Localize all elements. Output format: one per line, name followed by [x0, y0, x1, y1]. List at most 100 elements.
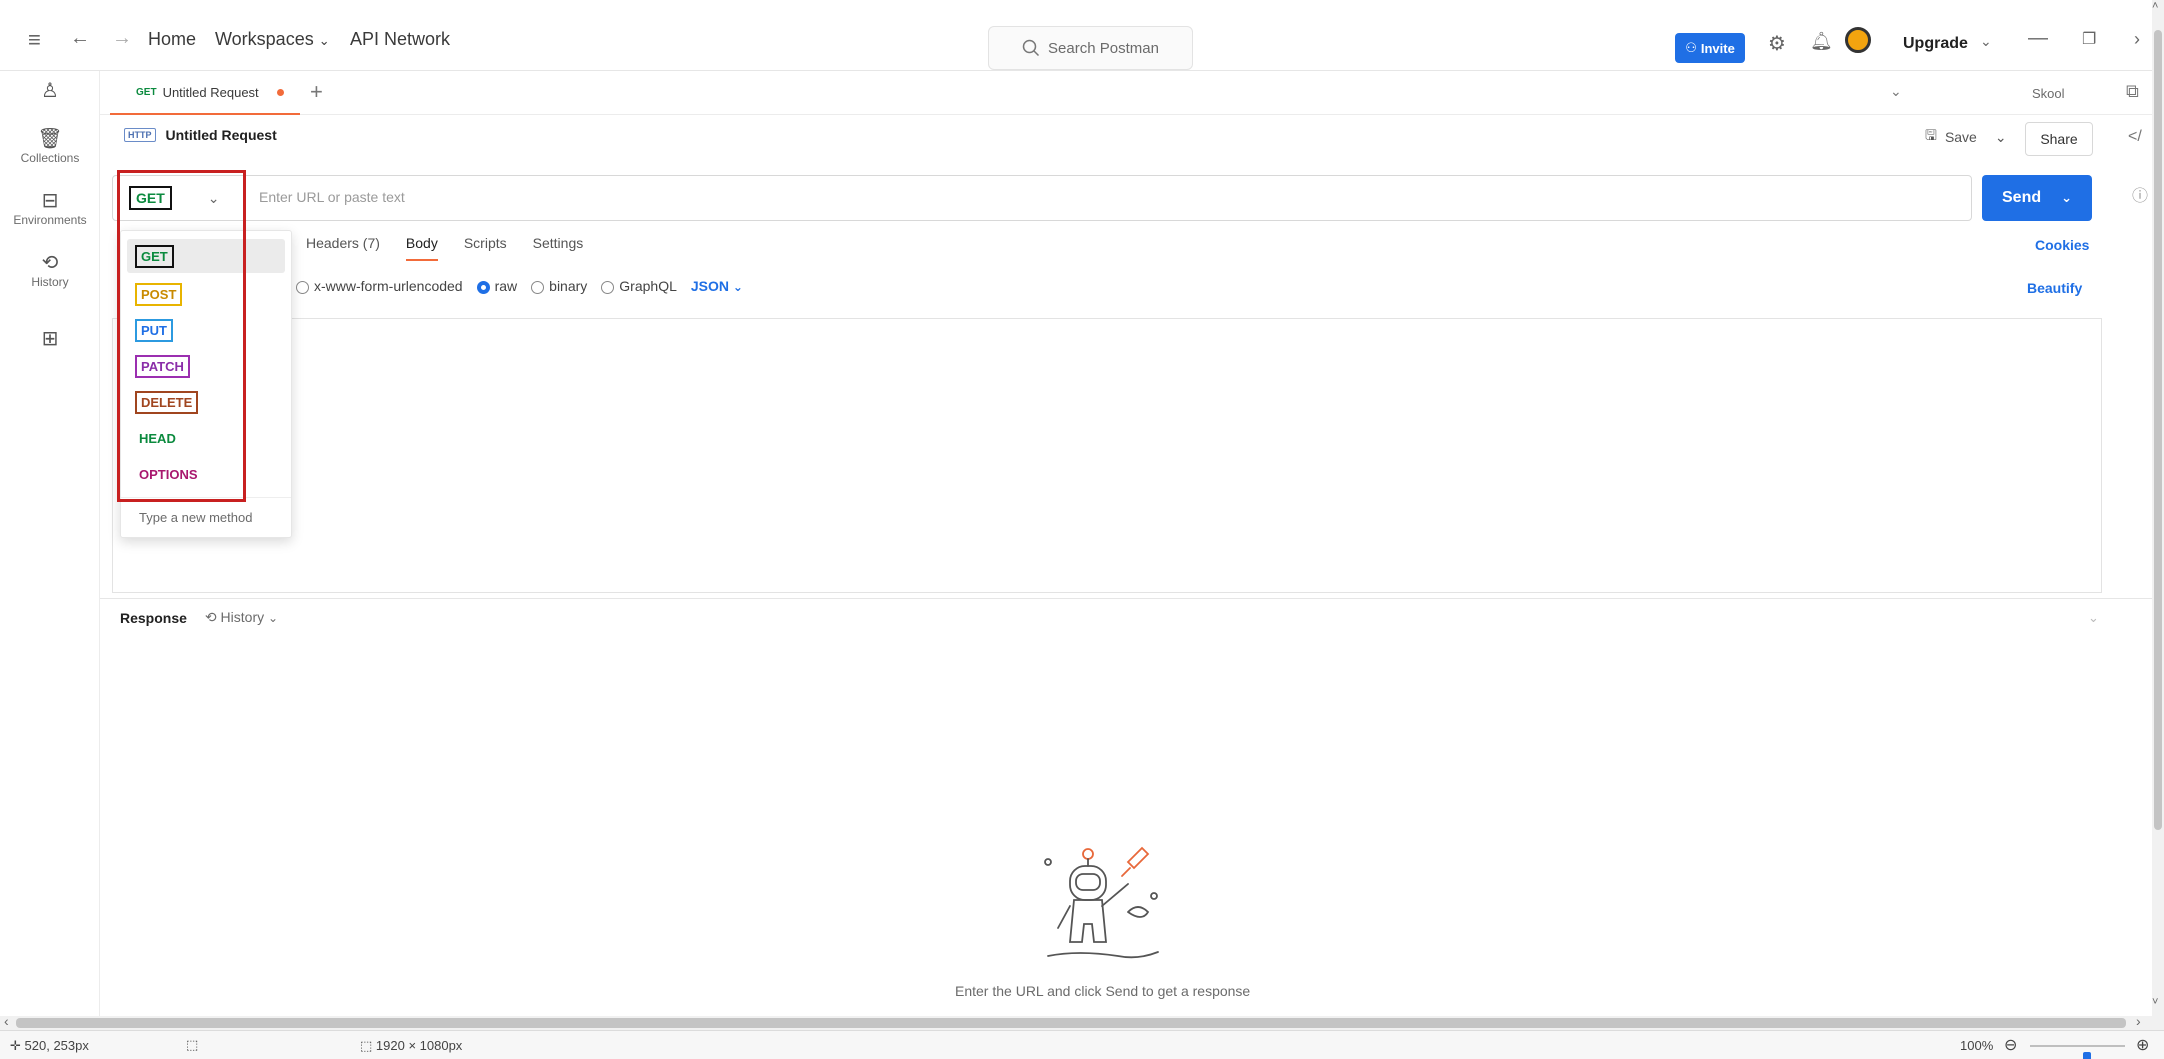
sidebar-item-environments[interactable]: ⊟ Environments: [0, 189, 100, 227]
chevron-down-icon[interactable]: ⌄: [1995, 129, 2007, 146]
dimensions-icon: ⬚: [360, 1038, 373, 1053]
zoom-in-icon[interactable]: ⊕: [2136, 1035, 2149, 1055]
method-selector[interactable]: GET ⌄: [113, 176, 245, 220]
status-bar: ✛ 520, 253px ⬚ ⬚ 1920 × 1080px 100% ⊖ ⊕: [0, 1030, 2164, 1059]
scroll-up-arrow-icon[interactable]: ˄: [2152, 0, 2158, 12]
code-icon[interactable]: </: [2128, 128, 2142, 146]
top-bar: ≡ ← → Home Workspaces ⌄ API Network Sear…: [0, 9, 2164, 71]
radio-icon: [531, 280, 545, 294]
sidebar-item-label: Environments: [13, 213, 87, 227]
method-dropdown: GET POST PUT PATCH DELETE HEAD OPTIONS T…: [120, 230, 292, 538]
sidebar-item-history[interactable]: ⟲ History: [0, 251, 100, 289]
method-option-put[interactable]: PUT: [135, 319, 173, 342]
method-option-get[interactable]: GET: [135, 245, 174, 268]
environment-selector[interactable]: Skool ⌄: [2020, 79, 2164, 107]
zoom-level: 100%: [1960, 1038, 1994, 1053]
body-type-raw[interactable]: raw: [476, 278, 517, 294]
save-button[interactable]: 🖫︎ Save ⌄: [1925, 125, 2007, 149]
url-input[interactable]: Enter URL or paste text: [259, 189, 405, 205]
sidebar-item-user[interactable]: ♙: [0, 79, 100, 103]
collections-icon: 🗑︎: [37, 128, 63, 150]
method-option-post[interactable]: POST: [135, 283, 183, 306]
tab-body[interactable]: Body: [405, 235, 438, 261]
share-button[interactable]: Share: [2025, 122, 2093, 156]
settings-gear-icon[interactable]: ⚙: [1768, 31, 1786, 56]
sidebar-item-apps[interactable]: ⊞: [0, 327, 100, 351]
radio-icon: [296, 280, 309, 294]
back-arrow-icon[interactable]: ←: [70, 27, 90, 50]
body-type-urlencoded[interactable]: x-www-form-urlencoded: [296, 278, 463, 294]
tab-method: GET: [136, 86, 157, 98]
environments-icon: ⊟: [41, 190, 59, 212]
response-history-selector[interactable]: ⟲ History ⌄: [205, 609, 278, 626]
scroll-right-arrow-icon[interactable]: ›: [2136, 1013, 2141, 1029]
chevron-down-icon[interactable]: ⌄: [2088, 610, 2099, 626]
invite-button[interactable]: ⚇ Invite: [1675, 33, 1745, 63]
radio-icon: [601, 280, 615, 294]
avatar[interactable]: [1845, 27, 1871, 53]
nav-api-network[interactable]: API Network: [350, 29, 450, 50]
user-icon: ♙: [41, 80, 59, 102]
forward-arrow-icon[interactable]: →: [112, 27, 132, 50]
body-type-graphql[interactable]: GraphQL: [601, 278, 677, 294]
selection-icon: ⬚: [186, 1037, 199, 1052]
search-placeholder: Search Postman: [1048, 39, 1159, 57]
upgrade-button[interactable]: Upgrade: [1903, 35, 1968, 53]
tab-scripts[interactable]: Scripts: [464, 235, 507, 261]
zoom-slider[interactable]: [2030, 1045, 2125, 1059]
chevron-right-icon[interactable]: ›: [2134, 29, 2140, 50]
zoom-out-icon[interactable]: ⊖: [2004, 1035, 2017, 1055]
left-sidebar: ♙ 🗑︎ Collections ⊟ Environments ⟲ Histor…: [0, 71, 100, 1021]
send-button[interactable]: Send ⌄: [1982, 175, 2092, 221]
chevron-down-icon: ⌄: [207, 189, 220, 206]
chevron-down-icon: ⌄: [268, 611, 279, 625]
chevron-down-icon[interactable]: ⌄: [1890, 83, 1902, 100]
method-option-delete[interactable]: DELETE: [135, 391, 199, 414]
http-icon: HTTP: [124, 128, 156, 142]
horizontal-scrollbar-thumb[interactable]: [16, 1018, 2126, 1028]
body-type-binary[interactable]: binary: [531, 278, 587, 294]
chevron-down-icon[interactable]: ⌄: [1980, 33, 1992, 50]
info-icon[interactable]: ⓘ: [2132, 182, 2148, 206]
restore-window-icon[interactable]: ❐: [2082, 29, 2096, 49]
cookies-link[interactable]: Cookies: [2035, 237, 2089, 253]
environment-label: Skool: [2032, 85, 2065, 101]
crosshair-icon: ✛: [10, 1038, 21, 1053]
chevron-down-icon: ⌄: [318, 33, 330, 48]
menu-icon[interactable]: ≡: [28, 27, 41, 53]
scroll-left-arrow-icon[interactable]: ‹: [4, 1013, 9, 1029]
send-label: Send: [2002, 189, 2042, 206]
method-option-head[interactable]: HEAD: [135, 429, 180, 448]
notification-bell-icon[interactable]: 🔔︎: [1810, 31, 1833, 52]
tab-untitled-request[interactable]: GET Untitled Request: [110, 71, 300, 115]
request-title-text[interactable]: Untitled Request: [166, 127, 277, 143]
new-method-input[interactable]: Type a new method: [121, 497, 291, 537]
environment-quick-look-icon[interactable]: ⧉: [2126, 81, 2139, 102]
body-format-selector[interactable]: JSON ⌄: [691, 278, 743, 294]
method-option-options[interactable]: OPTIONS: [135, 465, 202, 484]
history-icon: ⟲: [41, 252, 59, 274]
scroll-down-arrow-icon[interactable]: ˅: [2152, 996, 2158, 1008]
nav-workspaces[interactable]: Workspaces ⌄: [215, 29, 330, 50]
sidebar-item-collections[interactable]: 🗑︎ Collections: [0, 127, 100, 165]
beautify-link[interactable]: Beautify: [2027, 280, 2082, 296]
response-divider: [100, 598, 2164, 599]
zoom-slider-handle[interactable]: [2083, 1052, 2091, 1059]
selected-method: GET: [129, 186, 172, 210]
method-option-patch[interactable]: PATCH: [135, 355, 190, 378]
radio-selected-icon: [476, 280, 490, 294]
new-tab-plus-icon[interactable]: +: [310, 79, 323, 105]
minimize-icon[interactable]: —: [2028, 27, 2048, 50]
vertical-scrollbar-thumb[interactable]: [2154, 30, 2162, 830]
search-postman-input[interactable]: Search Postman: [988, 26, 1193, 70]
nav-home[interactable]: Home: [148, 29, 196, 50]
url-bar: GET ⌄ Enter URL or paste text: [112, 175, 1972, 221]
body-type-options: x-www-form-urlencoded raw binary GraphQL…: [296, 278, 743, 294]
tab-headers[interactable]: Headers (7): [306, 235, 380, 261]
history-icon: ⟲: [204, 609, 217, 625]
chevron-down-icon: ⌄: [732, 280, 743, 294]
astronaut-illustration-icon: [1044, 846, 1159, 959]
body-editor[interactable]: [112, 318, 2102, 593]
tab-settings[interactable]: Settings: [533, 235, 584, 261]
chevron-down-icon[interactable]: ⌄: [2061, 190, 2072, 206]
